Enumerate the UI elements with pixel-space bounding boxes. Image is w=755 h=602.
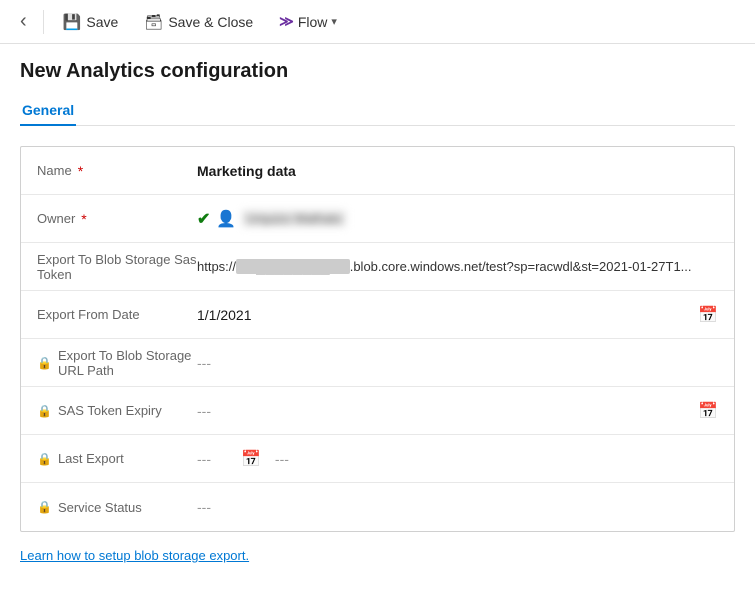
form-card: Name * Marketing data Owner * ✔ 👤 Urquiz…: [20, 146, 735, 532]
page-title: New Analytics configuration: [20, 60, 735, 83]
calendar-icon-last-export[interactable]: 📅: [241, 449, 261, 469]
save-icon: 💾: [63, 13, 82, 31]
back-icon: ‹: [20, 10, 27, 32]
label-service-status: 🔒 Service Status: [37, 500, 197, 515]
form-row-sas-token-expiry: 🔒 SAS Token Expiry --- 📅: [21, 387, 734, 435]
learn-link[interactable]: Learn how to setup blob storage export.: [20, 548, 249, 563]
form-row-export-blob-url: 🔒 Export To Blob Storage URL Path ---: [21, 339, 734, 387]
flow-label: Flow: [298, 14, 328, 30]
toolbar: ‹ 💾 Save 🗃 Save & Close ≫ Flow ▾: [0, 0, 755, 44]
flow-chevron-icon: ▾: [331, 15, 337, 28]
toolbar-separator: [43, 10, 44, 34]
value-name: Marketing data: [197, 163, 718, 179]
flow-icon: ≫: [279, 13, 294, 30]
form-row-name: Name * Marketing data: [21, 147, 734, 195]
tabs: General: [20, 95, 735, 126]
save-close-label: Save & Close: [168, 14, 253, 30]
required-indicator-owner: *: [81, 211, 86, 227]
value-sas-token-expiry: --- 📅: [197, 401, 718, 421]
save-button[interactable]: 💾 Save: [52, 7, 130, 37]
required-indicator-name: *: [78, 163, 83, 179]
value-service-status: ---: [197, 499, 718, 515]
owner-person-icon: 👤: [216, 209, 236, 229]
flow-button[interactable]: ≫ Flow ▾: [268, 7, 348, 36]
page-content: New Analytics configuration General Name…: [0, 44, 755, 579]
calendar-icon-export-from-date[interactable]: 📅: [698, 305, 718, 325]
label-export-from-date: Export From Date: [37, 307, 197, 322]
label-export-blob-url: 🔒 Export To Blob Storage URL Path: [37, 348, 197, 378]
value-last-export: --- 📅 ---: [197, 449, 718, 469]
lock-icon-last-export: 🔒: [37, 452, 52, 466]
form-row-last-export: 🔒 Last Export --- 📅 ---: [21, 435, 734, 483]
form-row-export-from-date: Export From Date 1/1/2021 📅: [21, 291, 734, 339]
value-export-blob-url: ---: [197, 355, 718, 371]
save-close-button[interactable]: 🗃 Save & Close: [133, 7, 264, 37]
form-row-service-status: 🔒 Service Status ---: [21, 483, 734, 531]
owner-check-icon: ✔: [197, 209, 210, 229]
lock-icon-sas-token-expiry: 🔒: [37, 404, 52, 418]
label-name: Name *: [37, 163, 197, 179]
back-button[interactable]: ‹: [12, 5, 35, 38]
lock-icon-service-status: 🔒: [37, 500, 52, 514]
form-row-export-blob-token: Export To Blob Storage Sas Token https:/…: [21, 243, 734, 291]
value-owner: ✔ 👤 Urquizo Mathato: [197, 209, 718, 229]
lock-icon-export-blob-url: 🔒: [37, 356, 52, 370]
save-label: Save: [86, 14, 118, 30]
learn-link-container: Learn how to setup blob storage export.: [20, 548, 735, 563]
tab-general[interactable]: General: [20, 96, 76, 126]
label-owner: Owner *: [37, 211, 197, 227]
value-export-blob-token: https://████████.blob.core.windows.net/t…: [197, 259, 718, 274]
owner-name: Urquizo Mathato: [242, 210, 345, 227]
url-text: https://████████.blob.core.windows.net/t…: [197, 259, 692, 274]
form-row-owner: Owner * ✔ 👤 Urquizo Mathato: [21, 195, 734, 243]
value-export-from-date: 1/1/2021 📅: [197, 305, 718, 325]
save-close-icon: 🗃: [144, 13, 163, 31]
label-export-blob-token: Export To Blob Storage Sas Token: [37, 252, 197, 282]
label-sas-token-expiry: 🔒 SAS Token Expiry: [37, 403, 197, 418]
label-last-export: 🔒 Last Export: [37, 451, 197, 466]
calendar-icon-sas-token-expiry[interactable]: 📅: [698, 401, 718, 421]
